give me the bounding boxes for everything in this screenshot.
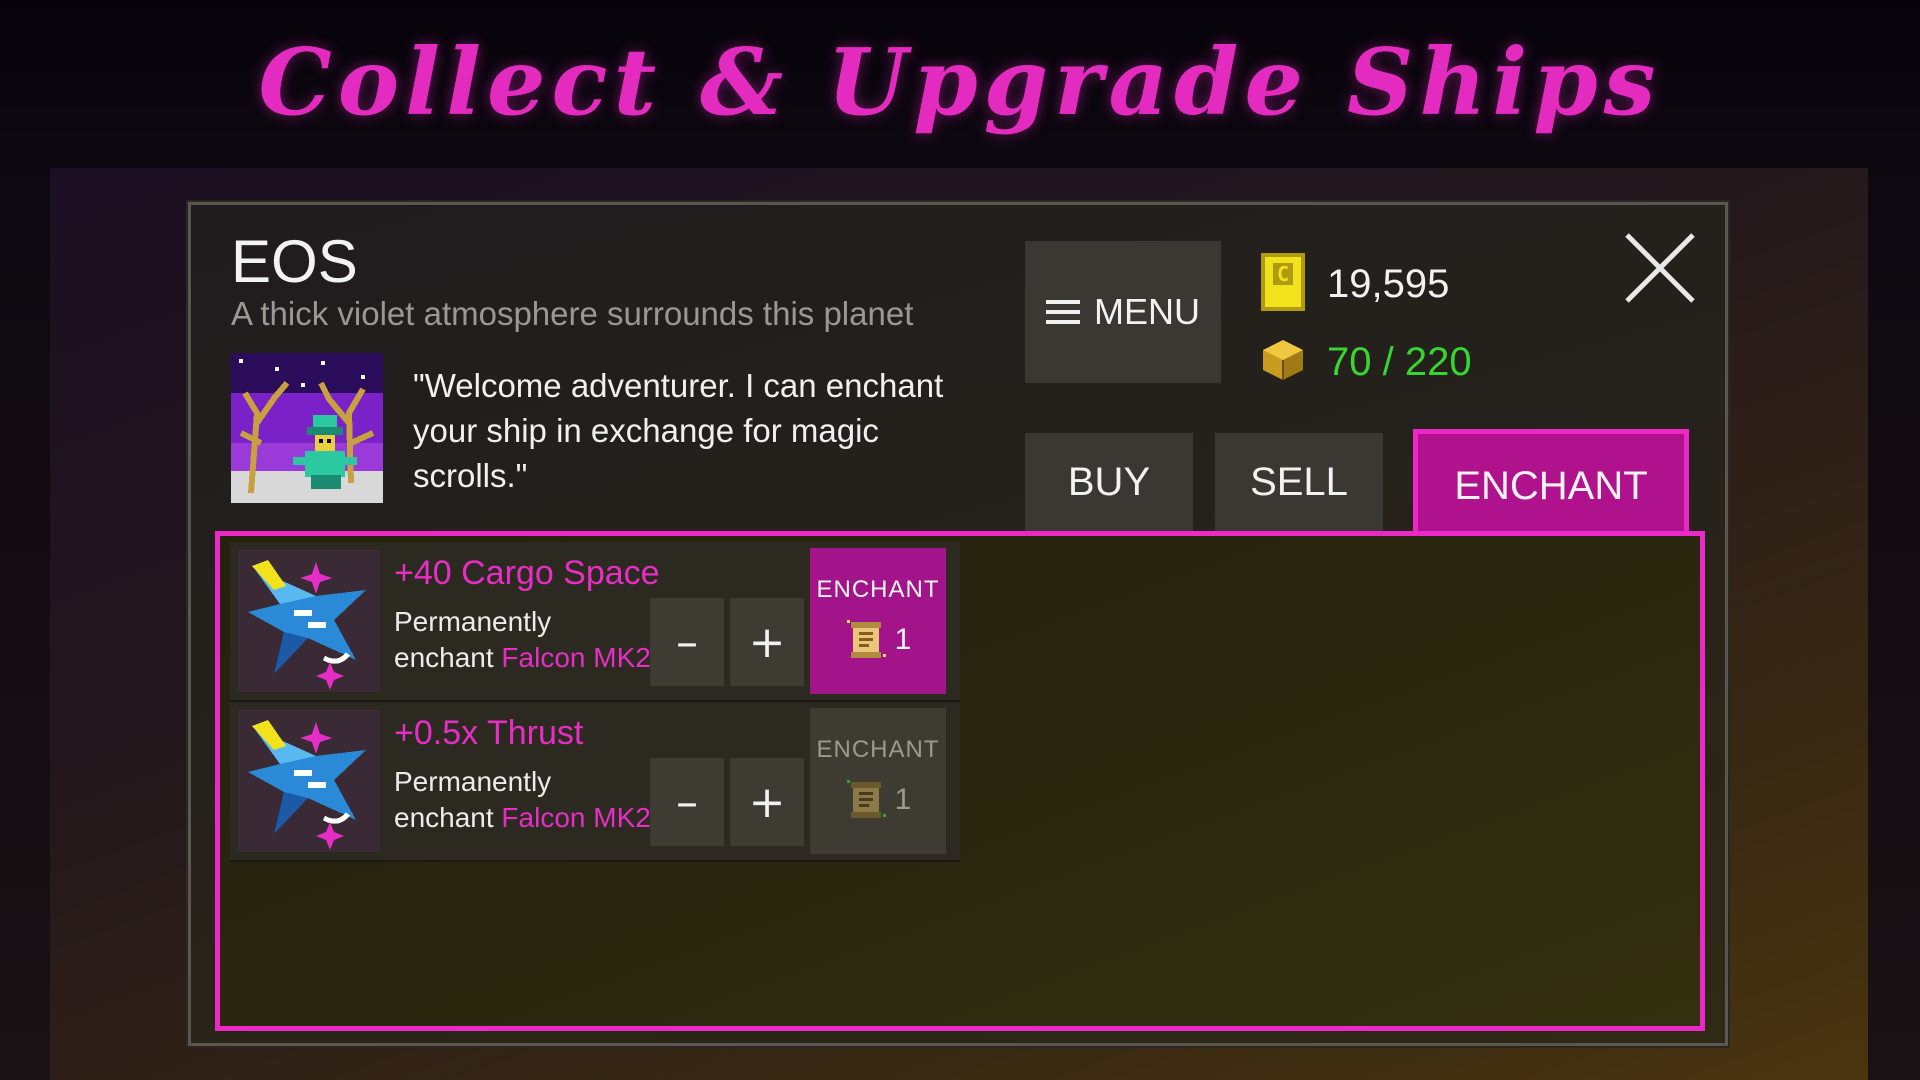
enchant-title: +0.5x Thrust	[394, 714, 584, 752]
credits-value: 19,595	[1327, 261, 1450, 306]
falcon-ship-icon	[238, 710, 380, 852]
cargo-row: 70 / 220	[1261, 323, 1472, 401]
magic-scroll-icon	[846, 620, 886, 658]
desc-verb: enchant	[394, 802, 494, 833]
tab-sell[interactable]: SELL	[1215, 433, 1383, 531]
increase-button[interactable]: +	[730, 598, 804, 686]
close-button[interactable]	[1621, 229, 1699, 307]
planet-description: A thick violet atmosphere surrounds this…	[231, 295, 914, 332]
npc-portrait	[231, 353, 383, 503]
scroll-cost-value: 1	[894, 623, 912, 656]
magic-scroll-icon	[846, 780, 886, 818]
scroll-cost-value: 1	[894, 783, 912, 816]
cargo-value: 70 / 220	[1327, 339, 1472, 384]
ship-name: Falcon MK2	[501, 802, 651, 833]
cargo-crate-icon	[1261, 338, 1305, 386]
hamburger-icon	[1046, 300, 1080, 324]
enchant-item-cargo: +40 Cargo Space Permanently enchant Falc…	[230, 542, 960, 702]
credit-card-icon: C	[1261, 253, 1305, 315]
enchant-button[interactable]: ENCHANT 1	[810, 708, 946, 854]
enchant-description: Permanently enchant Falcon MK2	[394, 604, 651, 676]
enchant-item-thrust: +0.5x Thrust Permanently enchant Falcon …	[230, 702, 960, 862]
scroll-cost: 1	[845, 778, 912, 822]
desc-prefix: Permanently	[394, 766, 552, 797]
menu-label: MENU	[1094, 291, 1200, 332]
enchant-list-panel: +40 Cargo Space Permanently enchant Falc…	[215, 531, 1705, 1031]
currency-panel: C 19,595 70 / 220	[1261, 245, 1472, 401]
enchant-button[interactable]: ENCHANT 1	[810, 548, 946, 694]
enchant-button-label: ENCHANT	[816, 576, 940, 603]
promo-banner-title: Collect & Upgrade Ships	[258, 28, 1662, 136]
enchant-button-label: ENCHANT	[816, 736, 940, 763]
desc-verb: enchant	[394, 642, 494, 673]
falcon-ship-icon	[238, 550, 380, 692]
credits-row: C 19,595	[1261, 245, 1472, 323]
increase-button[interactable]: +	[730, 758, 804, 846]
npc-dialog: "Welcome adventurer. I can enchant your …	[413, 367, 944, 494]
enchant-title: +40 Cargo Space	[394, 554, 660, 592]
tab-enchant[interactable]: ENCHANT	[1413, 429, 1689, 539]
decrease-button[interactable]: –	[650, 598, 724, 686]
scroll-cost: 1	[845, 618, 912, 662]
planet-name: EOS	[231, 228, 358, 295]
decrease-button[interactable]: –	[650, 758, 724, 846]
desc-prefix: Permanently	[394, 606, 552, 637]
tab-buy[interactable]: BUY	[1025, 433, 1193, 531]
trade-window: EOS A thick violet atmosphere surrounds …	[188, 202, 1728, 1046]
close-icon	[1625, 233, 1695, 303]
enchant-description: Permanently enchant Falcon MK2	[394, 764, 651, 836]
menu-button[interactable]: MENU	[1025, 241, 1221, 383]
svg-text:C: C	[1277, 262, 1289, 286]
ship-name: Falcon MK2	[501, 642, 651, 673]
